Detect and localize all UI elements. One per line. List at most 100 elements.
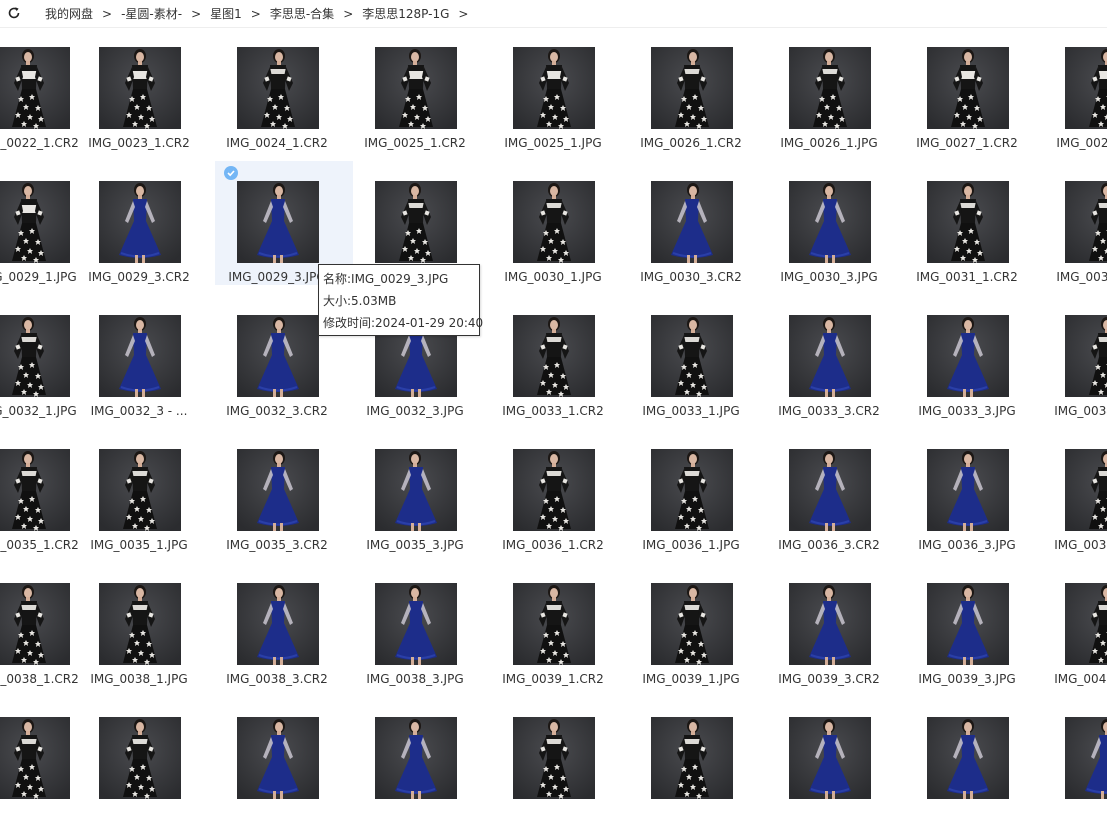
- file-tile[interactable]: IMG_0027_1.JPG: [1036, 27, 1107, 151]
- photo-thumbnail[interactable]: [927, 181, 1009, 263]
- photo-thumbnail[interactable]: [651, 47, 733, 129]
- photo-thumbnail[interactable]: [927, 583, 1009, 665]
- file-tile[interactable]: IMG_0036_3.JPG: [898, 429, 1036, 553]
- photo-thumbnail[interactable]: [789, 583, 871, 665]
- file-tile[interactable]: IMG_0038_3.JPG: [346, 563, 484, 687]
- photo-thumbnail[interactable]: [651, 181, 733, 263]
- photo-thumbnail[interactable]: [375, 181, 457, 263]
- file-tile[interactable]: IMG_0030_1.JPG: [484, 161, 622, 285]
- file-tile[interactable]: [208, 697, 346, 821]
- breadcrumb-item[interactable]: 李思思-合集: [270, 5, 334, 22]
- photo-thumbnail[interactable]: [375, 449, 457, 531]
- file-tile[interactable]: [484, 697, 622, 821]
- breadcrumb-item[interactable]: -星圆-素材-: [121, 5, 182, 22]
- refresh-button[interactable]: [5, 4, 23, 22]
- photo-thumbnail[interactable]: [927, 315, 1009, 397]
- file-tile[interactable]: IMG_0033_3.CR2: [760, 295, 898, 419]
- file-tile[interactable]: IMG_0035_1.JPG: [70, 429, 208, 553]
- file-tile[interactable]: [346, 697, 484, 821]
- file-tile[interactable]: IMG_0035_3.CR2: [208, 429, 346, 553]
- photo-thumbnail[interactable]: [0, 717, 70, 799]
- file-tile[interactable]: IMG_0026_1.JPG: [760, 27, 898, 151]
- photo-thumbnail[interactable]: [0, 583, 70, 665]
- photo-thumbnail[interactable]: [237, 181, 319, 263]
- file-tile[interactable]: IMG_0030_3.JPG: [760, 161, 898, 285]
- file-tile[interactable]: IMG_0023_1.CR2: [70, 27, 208, 151]
- photo-thumbnail[interactable]: [1065, 181, 1107, 263]
- photo-thumbnail[interactable]: [513, 717, 595, 799]
- file-tile[interactable]: IMG_0032_3 - ...: [70, 295, 208, 419]
- file-tile[interactable]: [898, 697, 1036, 821]
- file-tile[interactable]: IMG_0033_1.CR2: [484, 295, 622, 419]
- file-tile[interactable]: IMG_0039_3.JPG: [898, 563, 1036, 687]
- file-tile[interactable]: IMG_0029_3.CR2: [70, 161, 208, 285]
- file-tile[interactable]: IMG_0024_1.CR2: [208, 27, 346, 151]
- photo-thumbnail[interactable]: [237, 47, 319, 129]
- photo-thumbnail[interactable]: [0, 47, 70, 129]
- photo-thumbnail[interactable]: [789, 449, 871, 531]
- file-tile[interactable]: [1036, 697, 1107, 821]
- photo-thumbnail[interactable]: [927, 47, 1009, 129]
- photo-thumbnail[interactable]: [99, 181, 181, 263]
- photo-thumbnail[interactable]: [99, 315, 181, 397]
- photo-thumbnail[interactable]: [375, 47, 457, 129]
- photo-thumbnail[interactable]: [99, 717, 181, 799]
- photo-thumbnail[interactable]: [237, 717, 319, 799]
- breadcrumb-item[interactable]: 我的网盘: [45, 5, 93, 22]
- breadcrumb-item[interactable]: 星图1: [210, 5, 242, 22]
- file-tile[interactable]: [70, 697, 208, 821]
- file-tile[interactable]: IMG_0036_1.CR2: [484, 429, 622, 553]
- photo-thumbnail[interactable]: [651, 449, 733, 531]
- photo-thumbnail[interactable]: [375, 717, 457, 799]
- photo-thumbnail[interactable]: [1065, 583, 1107, 665]
- file-tile[interactable]: IMG_0037_1.CR2: [1036, 429, 1107, 553]
- file-tile[interactable]: IMG_0026_1.CR2: [622, 27, 760, 151]
- file-tile[interactable]: IMG_0039_3.CR2: [760, 563, 898, 687]
- file-tile[interactable]: [760, 697, 898, 821]
- photo-thumbnail[interactable]: [1065, 449, 1107, 531]
- photo-thumbnail[interactable]: [513, 315, 595, 397]
- photo-thumbnail[interactable]: [513, 181, 595, 263]
- photo-thumbnail[interactable]: [1065, 47, 1107, 129]
- file-tile[interactable]: IMG_0039_1.CR2: [484, 563, 622, 687]
- photo-thumbnail[interactable]: [927, 449, 1009, 531]
- file-tile[interactable]: IMG_0031_1.JPG: [1036, 161, 1107, 285]
- file-tile[interactable]: IMG_0031_1.CR2: [898, 161, 1036, 285]
- file-tile[interactable]: IMG_0040_1.CR2: [1036, 563, 1107, 687]
- photo-thumbnail[interactable]: [789, 181, 871, 263]
- photo-thumbnail[interactable]: [99, 449, 181, 531]
- file-tile[interactable]: IMG_0035_3.JPG: [346, 429, 484, 553]
- photo-thumbnail[interactable]: [1065, 717, 1107, 799]
- file-tile[interactable]: IMG_0027_1.CR2: [898, 27, 1036, 151]
- file-tile[interactable]: IMG_0034_1.CR2: [1036, 295, 1107, 419]
- photo-thumbnail[interactable]: [789, 47, 871, 129]
- photo-thumbnail[interactable]: [0, 315, 70, 397]
- file-tile[interactable]: IMG_0033_3.JPG: [898, 295, 1036, 419]
- photo-thumbnail[interactable]: [237, 315, 319, 397]
- photo-thumbnail[interactable]: [237, 583, 319, 665]
- photo-thumbnail[interactable]: [651, 315, 733, 397]
- file-tile[interactable]: IMG_0038_3.CR2: [208, 563, 346, 687]
- file-tile[interactable]: IMG_0039_1.JPG: [622, 563, 760, 687]
- photo-thumbnail[interactable]: [513, 583, 595, 665]
- file-tile[interactable]: IMG_0025_1.CR2: [346, 27, 484, 151]
- photo-thumbnail[interactable]: [789, 717, 871, 799]
- photo-thumbnail[interactable]: [99, 47, 181, 129]
- photo-thumbnail[interactable]: [651, 583, 733, 665]
- photo-thumbnail[interactable]: [0, 181, 70, 263]
- photo-thumbnail[interactable]: [513, 449, 595, 531]
- breadcrumb-item[interactable]: 李思思128P-1G: [362, 5, 449, 22]
- file-tile[interactable]: IMG_0033_1.JPG: [622, 295, 760, 419]
- photo-thumbnail[interactable]: [375, 583, 457, 665]
- photo-thumbnail[interactable]: [927, 717, 1009, 799]
- file-tile[interactable]: IMG_0036_1.JPG: [622, 429, 760, 553]
- file-tile[interactable]: [622, 697, 760, 821]
- photo-thumbnail[interactable]: [1065, 315, 1107, 397]
- checkbox-checked-icon[interactable]: [224, 166, 238, 180]
- file-tile[interactable]: IMG_0036_3.CR2: [760, 429, 898, 553]
- photo-thumbnail[interactable]: [99, 583, 181, 665]
- file-tile[interactable]: IMG_0025_1.JPG: [484, 27, 622, 151]
- file-tile[interactable]: IMG_0038_1.JPG: [70, 563, 208, 687]
- photo-thumbnail[interactable]: [789, 315, 871, 397]
- photo-thumbnail[interactable]: [0, 449, 70, 531]
